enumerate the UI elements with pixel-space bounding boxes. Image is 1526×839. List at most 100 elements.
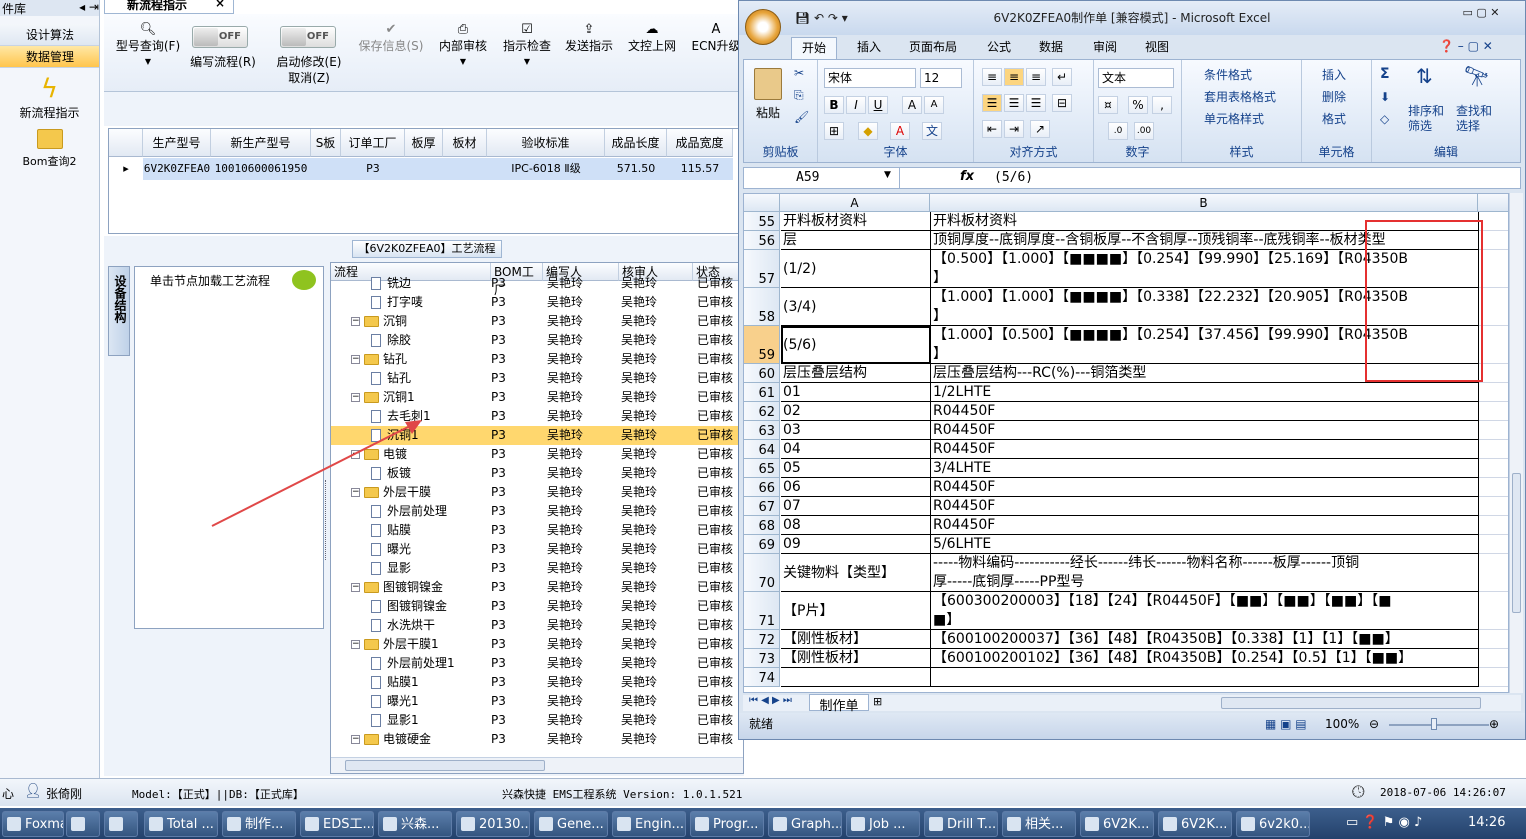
- row-header[interactable]: 63: [744, 421, 780, 440]
- cell-c[interactable]: [1479, 288, 1508, 326]
- row-header[interactable]: 70: [744, 554, 780, 592]
- tree-row[interactable]: 钻孔 P3 吴艳玲 吴艳玲 已审核: [331, 369, 743, 388]
- number-format-select[interactable]: 文本: [1098, 68, 1174, 88]
- grid-header[interactable]: 成品长度: [605, 129, 667, 157]
- format-cells-button[interactable]: 格式: [1322, 110, 1346, 127]
- write-flow-toggle[interactable]: OFF: [192, 26, 248, 48]
- table-format-button[interactable]: 套用表格格式: [1204, 88, 1276, 105]
- cell-c[interactable]: [1479, 554, 1508, 592]
- paste-label[interactable]: 粘贴: [756, 104, 780, 121]
- tree-row[interactable]: − 钻孔 P3 吴艳玲 吴艳玲 已审核: [331, 350, 743, 369]
- align-bottom-icon[interactable]: ≡: [1026, 68, 1046, 86]
- app-tab[interactable]: 新流程指示 ×: [104, 0, 234, 14]
- zoom-in-icon[interactable]: ⊕: [1489, 713, 1499, 735]
- cell-a[interactable]: 06: [781, 478, 931, 497]
- row-header[interactable]: 56: [744, 231, 780, 250]
- scroll-thumb[interactable]: [345, 760, 545, 771]
- sort-filter-icon[interactable]: ⇅: [1416, 64, 1433, 88]
- cell-a[interactable]: 【P片】: [781, 592, 931, 630]
- formula-input[interactable]: (5/6): [994, 168, 1033, 188]
- cell-c[interactable]: [1479, 630, 1508, 649]
- taskbar-item[interactable]: Total ...: [144, 811, 218, 837]
- row-header[interactable]: 65: [744, 459, 780, 478]
- merge-icon[interactable]: ⊟: [1052, 94, 1072, 112]
- row-header[interactable]: 71: [744, 592, 780, 630]
- grid-cell[interactable]: [405, 158, 443, 180]
- horizontal-scrollbar[interactable]: [1221, 697, 1481, 709]
- row-header[interactable]: 64: [744, 440, 780, 459]
- tool-bom-query[interactable]: Bom查询2: [0, 129, 99, 169]
- cell-b[interactable]: R04450F: [931, 402, 1479, 421]
- zoom-out-icon[interactable]: ⊖: [1369, 713, 1379, 735]
- new-sheet-icon[interactable]: ⊞: [873, 695, 882, 708]
- row-header[interactable]: 66: [744, 478, 780, 497]
- sheet-nav-icon[interactable]: ⏮ ◀ ▶ ⏭: [749, 695, 792, 706]
- insert-cells-button[interactable]: 插入: [1322, 66, 1346, 83]
- cell-a[interactable]: 08: [781, 516, 931, 535]
- tree-row[interactable]: 显影1 P3 吴艳玲 吴艳玲 已审核: [331, 711, 743, 730]
- grid-header[interactable]: 板材: [443, 129, 487, 157]
- cell-a[interactable]: 03: [781, 421, 931, 440]
- cell-b[interactable]: 1/2LHTE: [931, 383, 1479, 402]
- row-header[interactable]: 67: [744, 497, 780, 516]
- tree-hscrollbar[interactable]: [331, 757, 743, 773]
- cell-c[interactable]: [1479, 402, 1508, 421]
- align-top-icon[interactable]: ≡: [982, 68, 1002, 86]
- phonetic-icon[interactable]: 文: [922, 122, 942, 140]
- tree-row[interactable]: 水洗烘干 P3 吴艳玲 吴艳玲 已审核: [331, 616, 743, 635]
- cell-a[interactable]: (3/4): [781, 288, 931, 326]
- ribbon-tab-page-layout[interactable]: 页面布局: [899, 37, 967, 59]
- align-right-icon[interactable]: ☰: [1026, 94, 1046, 112]
- taskbar-item[interactable]: Gene...: [534, 811, 608, 837]
- window-controls[interactable]: ▭ ▢ ✕: [1445, 5, 1517, 23]
- cell-c[interactable]: [1479, 478, 1508, 497]
- cell-b[interactable]: R04450F: [931, 497, 1479, 516]
- tree-row[interactable]: 除胶 P3 吴艳玲 吴艳玲 已审核: [331, 331, 743, 350]
- bold-icon[interactable]: B: [824, 96, 844, 114]
- tree-row[interactable]: 外层前处理1 P3 吴艳玲 吴艳玲 已审核: [331, 654, 743, 673]
- collapse-icon[interactable]: −: [351, 583, 360, 592]
- grid-header[interactable]: S板: [311, 129, 341, 157]
- ribbon-tab-view[interactable]: 视图: [1135, 37, 1179, 59]
- shrink-font-icon[interactable]: A: [924, 96, 944, 114]
- conditional-format-button[interactable]: 条件格式: [1204, 66, 1252, 83]
- find-select-button[interactable]: 查找和 选择: [1456, 104, 1492, 134]
- office-button[interactable]: [745, 9, 781, 45]
- align-left-icon[interactable]: ☰: [982, 94, 1002, 112]
- tree-row[interactable]: 贴膜1 P3 吴艳玲 吴艳玲 已审核: [331, 673, 743, 692]
- ribbon-tab-formulas[interactable]: 公式: [977, 37, 1021, 59]
- nav-arrows-icon[interactable]: ◂ ⇥: [79, 0, 99, 16]
- taskbar-item[interactable]: [104, 811, 138, 837]
- select-all-corner[interactable]: [744, 194, 780, 212]
- sheet-tab[interactable]: 制作单: [809, 694, 869, 714]
- cell-c[interactable]: [1479, 535, 1508, 554]
- taskbar-item[interactable]: EDS工...: [300, 811, 374, 837]
- ribbon-tab-data[interactable]: 数据: [1029, 37, 1073, 59]
- cell-a[interactable]: [781, 668, 931, 687]
- cell-a[interactable]: 07: [781, 497, 931, 516]
- row-header[interactable]: 55: [744, 212, 780, 231]
- decrease-decimal-icon[interactable]: .00: [1134, 122, 1154, 140]
- cell-a[interactable]: 01: [781, 383, 931, 402]
- grid-cell[interactable]: 6V2K0ZFEA0: [143, 158, 211, 180]
- cell-b[interactable]: R04450F: [931, 421, 1479, 440]
- zoom-level[interactable]: 100%: [1325, 713, 1359, 735]
- grid-cell[interactable]: P3: [341, 158, 405, 180]
- cell-b[interactable]: [931, 668, 1479, 687]
- border-icon[interactable]: ⊞: [824, 122, 844, 140]
- tree-row[interactable]: − 外层干膜1 P3 吴艳玲 吴艳玲 已审核: [331, 635, 743, 654]
- tree-row[interactable]: 图镀铜镍金 P3 吴艳玲 吴艳玲 已审核: [331, 597, 743, 616]
- cell-c[interactable]: [1479, 649, 1508, 668]
- collapse-icon[interactable]: −: [351, 735, 360, 744]
- cell-a[interactable]: 开料板材资料: [781, 212, 931, 231]
- cell-b[interactable]: 5/6LHTE: [931, 535, 1479, 554]
- wrap-text-icon[interactable]: ↵: [1052, 68, 1072, 86]
- row-header[interactable]: 74: [744, 668, 780, 687]
- taskbar-item[interactable]: Graph...: [768, 811, 842, 837]
- grid-header[interactable]: 生产型号: [143, 129, 211, 157]
- increase-decimal-icon[interactable]: .0: [1108, 122, 1128, 140]
- grid-cell[interactable]: 10010600061950: [211, 158, 311, 180]
- cell-a[interactable]: 02: [781, 402, 931, 421]
- cell-c[interactable]: [1479, 364, 1508, 383]
- ribbon-tab-home[interactable]: 开始: [791, 37, 838, 59]
